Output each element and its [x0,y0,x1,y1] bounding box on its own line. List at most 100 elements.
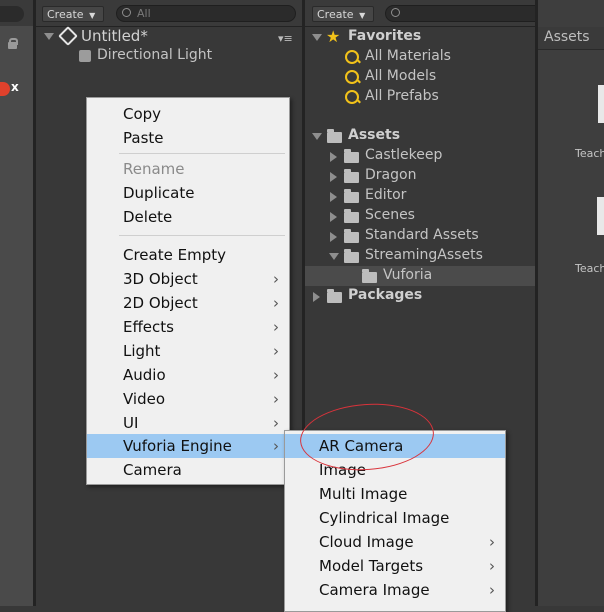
search-icon [345,50,359,64]
search-icon [122,8,131,17]
hierarchy-search-input[interactable]: All [116,5,296,22]
chevron-right-icon: › [273,390,279,408]
search-icon [345,70,359,84]
menu-item-video[interactable]: Video › [87,387,289,411]
scene-toolbar [0,0,33,26]
unity-scene-icon [58,26,78,46]
folder-castlekeep[interactable]: Castlekeep [365,147,442,163]
chevron-right-icon: › [273,342,279,360]
asset-thumbnail[interactable] [598,85,604,123]
folder-streaming-assets[interactable]: StreamingAssets [365,247,483,263]
hierarchy-create-button[interactable]: Create ▼ [42,6,104,22]
chevron-right-icon: › [489,533,495,551]
menu-item-vuforia-engine[interactable]: Vuforia Engine › [87,434,289,458]
hierarchy-search-placeholder: All [137,7,151,20]
scene-toolbar-button[interactable] [0,6,24,22]
scene-name[interactable]: Untitled* [81,27,148,45]
packages-header[interactable]: Packages [348,287,422,303]
menu-item-rename: Rename [123,160,185,178]
search-icon-handle [356,58,361,64]
breadcrumb[interactable]: Assets [544,29,590,45]
gizmo-x-label: x [11,80,19,94]
gameobject-cube-icon [79,50,91,62]
project-create-button[interactable]: Create ▼ [312,6,374,22]
gizmo-icon[interactable] [0,82,10,96]
menu-item-light[interactable]: Light › [87,339,289,363]
lock-shackle-icon [9,38,18,45]
folder-icon [344,169,359,183]
folder-icon [344,249,359,263]
scene-menu-icon[interactable]: ▾≡ [278,32,293,45]
hierarchy-create-label: Create [47,8,84,21]
menu-separator [119,235,285,236]
menu-item-ui[interactable]: UI › [87,411,289,435]
menu-item-effects[interactable]: Effects › [87,315,289,339]
chevron-down-icon: ▼ [89,11,96,20]
folder-icon [344,149,359,163]
submenu-item-multi-image[interactable]: Multi Image [285,482,505,506]
favorites-item-all-prefabs[interactable]: All Prefabs [365,88,439,104]
chevron-right-icon: › [489,557,495,575]
submenu-item-cloud-image[interactable]: Cloud Image › [285,530,505,554]
chevron-right-icon: › [273,366,279,384]
expand-arrow[interactable] [330,232,337,242]
folder-icon [344,209,359,223]
menu-item-2d-object[interactable]: 2D Object › [87,291,289,315]
folder-dragon[interactable]: Dragon [365,167,416,183]
folder-editor[interactable]: Editor [365,187,406,203]
menu-item-paste[interactable]: Paste [87,126,289,150]
folder-icon [344,189,359,203]
folder-vuforia[interactable]: Vuforia [383,267,432,283]
menu-item-duplicate[interactable]: Duplicate [87,181,289,205]
expand-arrow[interactable] [330,192,337,202]
submenu-item-model-targets[interactable]: Model Targets › [285,554,505,578]
search-icon-handle [356,78,361,84]
asset-label[interactable]: Teach [575,147,604,160]
submenu-item-cylindrical-image[interactable]: Cylindrical Image [285,506,505,530]
menu-item-create-empty[interactable]: Create Empty [87,243,289,267]
expand-arrow[interactable] [330,212,337,222]
submenu-item-camera-image[interactable]: Camera Image › [285,578,505,602]
search-icon [391,8,400,17]
search-icon-handle [356,98,361,104]
star-icon: ★ [326,27,341,46]
menu-item-copy[interactable]: Copy [87,102,289,126]
folder-scenes[interactable]: Scenes [365,207,415,223]
hierarchy-item-directional-light[interactable]: Directional Light [97,47,212,63]
chevron-right-icon: › [489,581,495,599]
chevron-right-icon: › [273,414,279,432]
packages-expand-arrow[interactable] [313,292,320,302]
expand-arrow[interactable] [330,152,337,162]
scene-panel: x [0,0,33,606]
folder-icon [327,289,342,303]
asset-thumbnail[interactable] [597,197,604,235]
context-menu: Copy Paste Rename Duplicate Delete Creat… [86,97,290,485]
folder-standard-assets[interactable]: Standard Assets [365,227,479,243]
expand-arrow[interactable] [330,172,337,182]
favorites-expand-arrow[interactable] [312,34,322,41]
menu-item-audio[interactable]: Audio › [87,363,289,387]
folder-icon [344,229,359,243]
menu-item-camera[interactable]: Camera [87,458,289,482]
assets-expand-arrow[interactable] [312,133,322,140]
chevron-down-icon: ▼ [359,11,366,20]
folder-icon [327,129,342,143]
chevron-right-icon: › [273,294,279,312]
menu-item-delete[interactable]: Delete [87,205,289,229]
chevron-right-icon: › [273,437,279,455]
hierarchy-toolbar: Create ▼ All [36,0,302,27]
assets-header[interactable]: Assets [348,127,400,143]
assets-breadcrumb-bar: Assets [538,27,604,50]
favorites-item-all-materials[interactable]: All Materials [365,48,451,64]
asset-label[interactable]: Teach [575,262,604,275]
menu-item-3d-object[interactable]: 3D Object › [87,267,289,291]
scene-expand-arrow[interactable] [44,33,54,40]
assets-view: Assets Teach Teach [538,0,604,606]
folder-icon [362,269,377,283]
search-icon [345,90,359,104]
expand-arrow[interactable] [329,253,339,260]
favorites-item-all-models[interactable]: All Models [365,68,436,84]
chevron-right-icon: › [273,270,279,288]
menu-separator [119,153,285,154]
favorites-header[interactable]: Favorites [348,28,421,44]
